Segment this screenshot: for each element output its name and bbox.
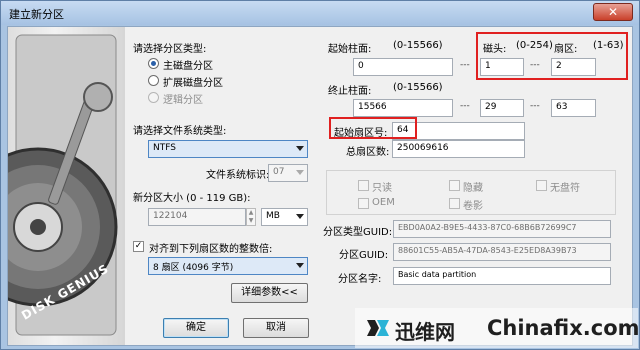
align-value: 8 扇区 (4096 字节) — [153, 263, 234, 273]
check-icon: ✓ — [134, 241, 143, 251]
radio-primary[interactable] — [148, 58, 159, 69]
chevron-down-icon — [296, 146, 304, 151]
total-sectors-input[interactable]: 250069616 — [392, 140, 525, 158]
end-cylinder-range: (0-15566) — [393, 82, 443, 93]
start-cylinder-range: (0-15566) — [393, 40, 443, 51]
part-name-input[interactable]: Basic data partition — [393, 267, 611, 285]
type-guid-label: 分区类型GUID: — [323, 227, 393, 238]
chevron-down-icon — [296, 214, 304, 219]
readonly-label: 只读 — [372, 183, 392, 194]
watermark-logo-icon — [367, 320, 389, 336]
start-cylinder-input[interactable]: 0 — [353, 58, 453, 76]
filesystem-label: 请选择文件系统类型: — [133, 126, 227, 137]
size-unit-value: MB — [266, 211, 280, 221]
radio-extended[interactable] — [148, 75, 159, 86]
end-sector-input[interactable]: 63 — [551, 99, 596, 117]
start-cylinder-label: 起始柱面: — [328, 44, 372, 55]
hidden-label: 隐藏 — [463, 183, 483, 194]
filesystem-select[interactable]: NTFS — [148, 140, 308, 158]
type-guid-input: EBD0A0A2-B9E5-4433-87C0-68B6B72699C7 — [393, 220, 611, 238]
watermark-cn-text: 迅维网 — [395, 320, 455, 344]
filesystem-value: NTFS — [153, 143, 176, 153]
watermark: 迅维网 Chinafix.com — [355, 308, 640, 348]
size-unit-select[interactable]: MB — [261, 208, 308, 226]
dash-separator: --- — [460, 60, 470, 70]
shadow-copy-label: 卷影 — [463, 201, 483, 212]
size-label: 新分区大小 (0 - 119 GB): — [133, 193, 251, 204]
part-guid-label: 分区GUID: — [339, 250, 389, 261]
size-input[interactable]: 122104 — [148, 208, 246, 226]
close-button[interactable]: ✕ — [593, 3, 633, 21]
spin-down-icon[interactable]: ▼ — [247, 217, 255, 225]
size-spinner[interactable]: ▲ ▼ — [246, 208, 256, 226]
dash-separator: --- — [530, 101, 540, 111]
end-head-input[interactable]: 29 — [480, 99, 524, 117]
total-sectors-label: 总扇区数: — [346, 147, 390, 158]
disk-illustration: DISK GENIUS — [8, 27, 125, 345]
dialog-client-area: DISK GENIUS 请选择分区类型: 主磁盘分区 扩展磁盘分区 逻辑分区 请… — [7, 26, 633, 346]
no-drive-letter-label: 无盘符 — [550, 183, 580, 194]
part-guid-input: 88601C55-AB5A-47DA-8543-E25ED8A39B73 — [393, 243, 611, 261]
end-cylinder-input[interactable]: 15566 — [353, 99, 453, 117]
radio-primary-label[interactable]: 主磁盘分区 — [163, 57, 213, 72]
filesystem-id-select: 07 — [268, 164, 308, 182]
end-cylinder-label: 终止柱面: — [328, 86, 372, 97]
advanced-params-button[interactable]: 详细参数<< — [231, 283, 308, 303]
part-name-label: 分区名字: — [338, 274, 382, 285]
highlight-box — [476, 32, 628, 80]
radio-logical-label: 逻辑分区 — [163, 95, 203, 106]
readonly-checkbox — [358, 180, 369, 191]
no-drive-letter-checkbox — [536, 180, 547, 191]
chevron-down-icon — [296, 263, 304, 268]
partition-type-label: 请选择分区类型: — [133, 44, 207, 55]
spin-up-icon[interactable]: ▲ — [247, 209, 255, 217]
align-checkbox[interactable]: ✓ — [133, 241, 144, 252]
oem-checkbox — [358, 198, 369, 209]
radio-extended-label[interactable]: 扩展磁盘分区 — [163, 74, 223, 89]
shadow-copy-checkbox — [449, 198, 460, 209]
align-label[interactable]: 对齐到下列扇区数的整数倍: — [149, 240, 272, 255]
align-select[interactable]: 8 扇区 (4096 字节) — [148, 257, 308, 275]
ok-button[interactable]: 确定 — [163, 318, 229, 338]
watermark-en-text: Chinafix.com — [487, 316, 640, 340]
chevron-down-icon — [296, 170, 304, 175]
dialog-window: 建立新分区 ✕ DISK GENIUS 请选择分区类型: 主磁盘分区 扩展磁盘分… — [0, 0, 640, 350]
title-bar[interactable]: 建立新分区 ✕ — [1, 1, 639, 25]
filesystem-id-value: 07 — [273, 167, 285, 177]
highlight-box — [329, 117, 417, 139]
dash-separator: --- — [460, 101, 470, 111]
cancel-button[interactable]: 取消 — [243, 318, 309, 338]
window-title: 建立新分区 — [9, 8, 64, 21]
hidden-checkbox — [449, 180, 460, 191]
filesystem-id-label: 文件系统标识: — [206, 170, 270, 181]
radio-logical — [148, 92, 159, 103]
oem-label: OEM — [372, 197, 395, 208]
